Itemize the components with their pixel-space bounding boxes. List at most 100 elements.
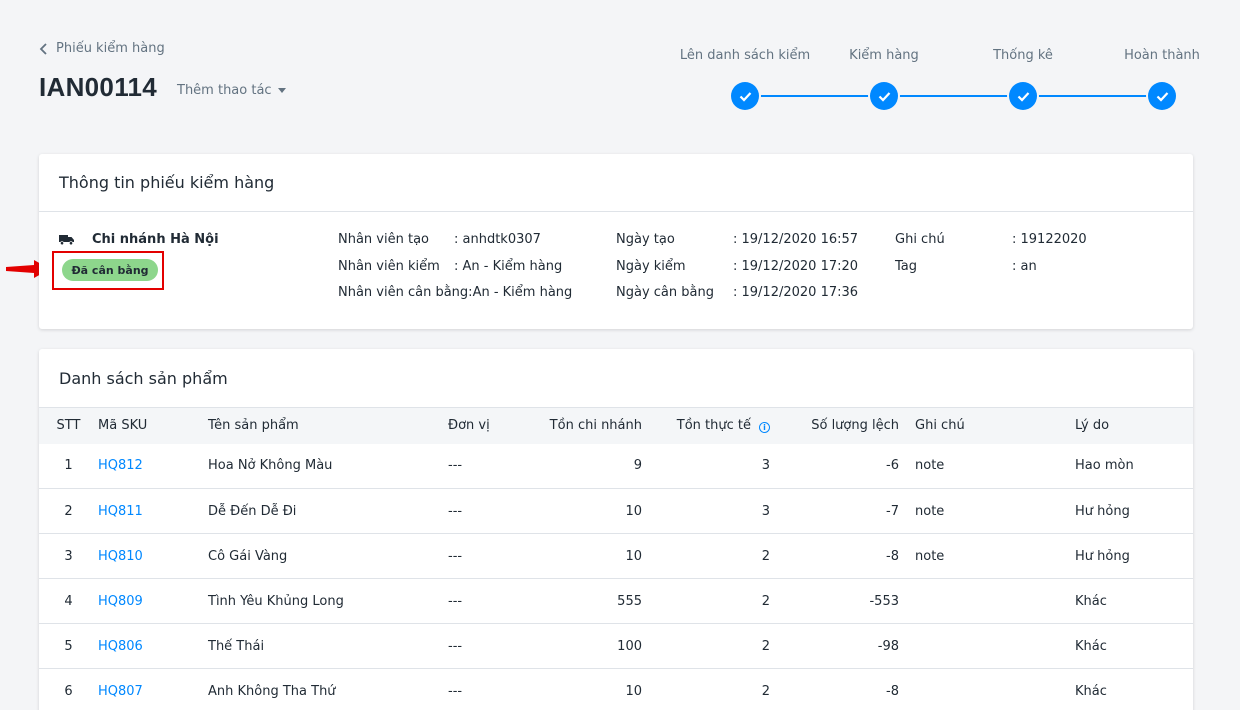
cell-product-name: Cô Gái Vàng	[208, 548, 288, 564]
more-actions-dropdown[interactable]: Thêm thao tác	[177, 83, 286, 98]
info-row: Ngày tạo : 19/12/2020 16:57	[616, 232, 858, 259]
cell-real-stock: 3	[761, 503, 770, 519]
info-key: Ngày tạo	[616, 232, 675, 247]
info-value: : anhdtk0307	[454, 232, 541, 247]
table-header-row: STT Mã SKU Tên sản phẩm Đơn vị Tồn chi n…	[39, 407, 1193, 444]
info-value: : 19122020	[1012, 232, 1087, 247]
info-value: : an	[1012, 258, 1037, 274]
step-label: Hoàn thành	[1124, 48, 1200, 63]
table-row: 6 HQ807 Anh Không Tha Thứ --- 10 2 -8 Khác	[39, 669, 1193, 710]
table-row: 1 HQ812 Hoa Nở Không Màu --- 9 3 -6 note Hao mòn	[39, 444, 1193, 489]
cell-branch-stock: 10	[625, 548, 642, 564]
product-list-title: Danh sách sản phẩm	[59, 368, 228, 388]
cell-real-stock: 2	[761, 683, 770, 699]
chevron-left-icon	[39, 42, 47, 55]
cell-note: note	[915, 503, 945, 519]
info-icon[interactable]: i	[759, 422, 770, 434]
cell-unit: ---	[448, 593, 463, 609]
cell-reason: Khác	[1075, 593, 1107, 609]
table-row: 4 HQ809 Tình Yêu Khủng Long --- 555 2 -553 Khác	[39, 579, 1193, 624]
cell-branch-stock: 9	[633, 458, 642, 474]
sku-link[interactable]: HQ811	[98, 489, 208, 534]
info-card-title: Thông tin phiếu kiểm hàng	[39, 154, 1193, 212]
info-key: Tag	[895, 258, 918, 274]
sku-link[interactable]: HQ806	[98, 624, 208, 669]
cell-stt: 4	[64, 593, 73, 609]
info-value: An - Kiểm hàng	[472, 285, 573, 300]
more-actions-label: Thêm thao tác	[177, 83, 272, 98]
cell-reason: Khác	[1075, 638, 1107, 654]
info-row: Nhân viên cân bằng: An - Kiểm hàng	[338, 285, 572, 312]
cell-diff: -98	[877, 638, 899, 654]
progress-stepper: Lên danh sách kiểm Kiểm hàng Thống kê Ho…	[680, 46, 1200, 116]
cell-unit: ---	[448, 548, 463, 564]
cell-stt: 1	[64, 458, 73, 474]
check-icon	[870, 82, 898, 110]
info-value: : An - Kiểm hàng	[454, 258, 563, 274]
cell-real-stock: 2	[761, 548, 770, 564]
caret-down-icon	[277, 88, 286, 93]
step-2: Kiểm hàng	[814, 46, 954, 110]
back-link-label: Phiếu kiểm hàng	[56, 41, 165, 56]
cell-note: note	[915, 458, 945, 474]
table-row: 3 HQ810 Cô Gái Vàng --- 10 2 -8 note Hư hỏng	[39, 534, 1193, 579]
sku-link[interactable]: HQ812	[98, 444, 208, 489]
info-key: Nhân viên tạo	[338, 232, 429, 247]
step-1: Lên danh sách kiểm	[675, 46, 815, 110]
col-header-real-stock: Tồn thực tế i	[642, 408, 770, 444]
cell-real-stock: 3	[761, 458, 770, 474]
truck-icon	[59, 235, 74, 245]
cell-unit: ---	[448, 638, 463, 654]
info-key: Ngày cân bằng	[616, 285, 714, 300]
sku-link[interactable]: HQ807	[98, 669, 208, 710]
info-column-notes: Ghi chú : 19122020 Tag : an	[895, 232, 1087, 285]
col-header-real-stock-label: Tồn thực tế	[676, 418, 751, 434]
info-key: Nhân viên kiểm	[338, 258, 440, 274]
info-value: : 19/12/2020 17:20	[733, 258, 859, 274]
sku-link[interactable]: HQ810	[98, 534, 208, 579]
info-row: Ngày kiểm : 19/12/2020 17:20	[616, 259, 858, 286]
cell-note	[899, 579, 1075, 624]
cell-real-stock: 2	[761, 593, 770, 609]
step-3: Thống kê	[953, 46, 1093, 110]
info-row: Ghi chú : 19122020	[895, 232, 1087, 259]
table-row: 2 HQ811 Dễ Đến Dễ Đi --- 10 3 -7 note Hư hỏng	[39, 489, 1193, 534]
info-key: Nhân viên cân bằng:	[338, 285, 473, 300]
col-header-name: Tên sản phẩm	[208, 418, 299, 434]
cell-reason: Hư hỏng	[1075, 548, 1130, 564]
step-label: Thống kê	[993, 48, 1053, 63]
info-key: Ghi chú	[895, 232, 945, 247]
branch: Chi nhánh Hà Nội	[59, 232, 219, 247]
info-column-dates: Ngày tạo : 19/12/2020 16:57 Ngày kiểm : 19…	[616, 232, 858, 312]
cell-real-stock: 2	[761, 638, 770, 654]
info-value: : 19/12/2020 16:57	[733, 232, 859, 247]
cell-reason: Hư hỏng	[1075, 503, 1130, 519]
col-header-unit: Đơn vị	[448, 418, 490, 434]
cell-diff: -8	[886, 683, 899, 699]
cell-reason: Hao mòn	[1075, 458, 1134, 474]
step-4: Hoàn thành	[1092, 46, 1232, 110]
info-row: Tag : an	[895, 259, 1087, 286]
col-header-reason: Lý do	[1075, 418, 1110, 434]
cell-stt: 3	[64, 548, 73, 564]
status-highlight-box: Đã cân bằng	[52, 251, 164, 290]
info-card: Thông tin phiếu kiểm hàng Chi nhánh Hà N…	[39, 154, 1193, 329]
cell-diff: -8	[886, 548, 899, 564]
back-link[interactable]: Phiếu kiểm hàng	[39, 41, 165, 56]
step-label: Lên danh sách kiểm	[679, 48, 811, 63]
cell-unit: ---	[448, 683, 463, 699]
page-title: IAN00114	[39, 72, 158, 102]
info-key: Ngày kiểm	[616, 258, 686, 274]
branch-name: Chi nhánh Hà Nội	[92, 232, 219, 247]
cell-unit: ---	[448, 458, 463, 474]
cell-diff: -6	[886, 458, 899, 474]
col-header-branch-stock: Tồn chi nhánh	[549, 418, 642, 434]
cell-branch-stock: 100	[617, 638, 642, 654]
cell-product-name: Thế Thái	[208, 638, 265, 654]
cell-product-name: Tình Yêu Khủng Long	[208, 593, 344, 609]
cell-note	[899, 624, 1075, 669]
table-row: 5 HQ806 Thế Thái --- 100 2 -98 Khác	[39, 624, 1193, 669]
col-header-diff: Số lượng lệch	[811, 418, 899, 434]
cell-product-name: Dễ Đến Dễ Đi	[208, 503, 297, 519]
sku-link[interactable]: HQ809	[98, 579, 208, 624]
